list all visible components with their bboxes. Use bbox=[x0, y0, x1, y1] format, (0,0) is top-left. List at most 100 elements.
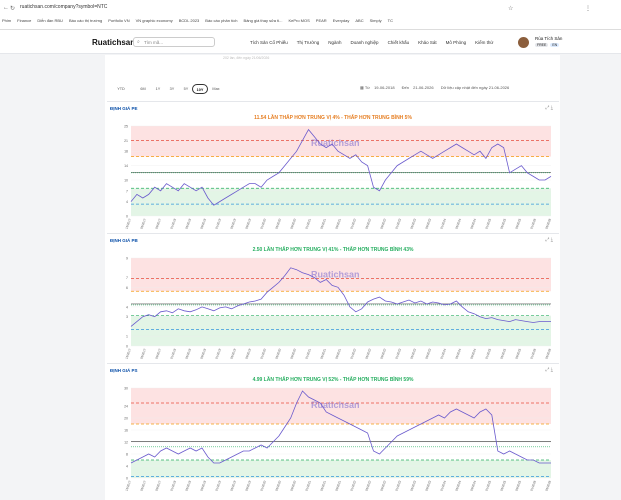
x-tick-label: 09/2022 bbox=[379, 480, 387, 492]
period-button[interactable]: 6M bbox=[136, 84, 150, 94]
bookmark-item[interactable]: Diễn đàn RBU bbox=[37, 18, 63, 23]
bookmark-item[interactable]: Everyday bbox=[333, 18, 350, 23]
y-tick-label: 1 bbox=[126, 335, 128, 339]
y-tick-label: 4 bbox=[126, 200, 128, 204]
x-tick-label: 01/2024 bbox=[439, 218, 447, 230]
period-button[interactable]: 5Y bbox=[179, 84, 193, 94]
search-input[interactable]: ⌕ Tìm mã... bbox=[133, 37, 215, 47]
watermark: Ruatichsan bbox=[311, 269, 360, 279]
x-tick-label: 05/2026 bbox=[544, 218, 552, 230]
x-tick-label: 05/2023 bbox=[409, 480, 417, 492]
x-tick-label: 09/2019 bbox=[244, 480, 252, 492]
menu-item[interactable]: Doanh nghiệp bbox=[351, 40, 379, 45]
x-tick-label: 05/2020 bbox=[274, 218, 282, 230]
menu-item[interactable]: Kiểm thử bbox=[475, 40, 493, 45]
x-tick-label: 09/2024 bbox=[469, 480, 477, 492]
address-bar[interactable]: ruatichsan.com/company?symbol=NTC bbox=[20, 4, 107, 10]
x-tick-label: 15/2017 bbox=[124, 218, 132, 230]
x-tick-label: 05/2019 bbox=[229, 218, 237, 230]
x-tick-label: 01/2022 bbox=[349, 218, 357, 230]
app-header: Ruatichsan ⌕ Tìm mã... Tích Sản Cổ Phiếu T… bbox=[0, 30, 621, 54]
bookmark-item[interactable]: ABC bbox=[355, 18, 363, 23]
x-tick-label: 09/2021 bbox=[334, 218, 342, 230]
y-tick-label: 20 bbox=[124, 417, 128, 421]
bookmark-item[interactable]: PEAR bbox=[316, 18, 327, 23]
date-to-input[interactable]: 21-06-2026 bbox=[413, 85, 433, 90]
x-tick-label: 05/2026 bbox=[544, 348, 552, 360]
menu-item[interactable]: Mô Phỏng bbox=[446, 40, 467, 45]
bookmark-item[interactable]: Phim bbox=[2, 18, 11, 23]
x-tick-label: 15/2017 bbox=[124, 348, 132, 360]
period-button[interactable]: YTD bbox=[114, 84, 128, 94]
bookmark-item[interactable]: Finance bbox=[17, 18, 31, 23]
x-tick-label: 01/2025 bbox=[484, 218, 492, 230]
back-icon[interactable]: ← bbox=[3, 5, 9, 11]
x-tick-label: 09/2024 bbox=[469, 218, 477, 230]
x-tick-label: 05/2025 bbox=[499, 348, 507, 360]
main-menu: Tích Sản Cổ Phiếu Thị Trường Ngành Doanh ng… bbox=[250, 40, 502, 45]
period-button[interactable]: 3Y bbox=[165, 84, 179, 94]
x-tick-label: 05/2025 bbox=[499, 218, 507, 230]
period-button[interactable]: 10Y bbox=[192, 84, 208, 94]
x-tick-label: 09/2020 bbox=[289, 348, 297, 360]
x-tick-label: 09/2018 bbox=[199, 348, 207, 360]
x-tick-label: 05/2022 bbox=[364, 218, 372, 230]
watermark: Ruatichsan bbox=[311, 138, 360, 148]
menu-item[interactable]: Ngành bbox=[328, 40, 341, 45]
site-logo[interactable]: Ruatichsan bbox=[92, 38, 135, 47]
x-tick-label: 01/2019 bbox=[214, 218, 222, 230]
x-tick-label: 09/2020 bbox=[289, 480, 297, 492]
x-tick-label: 01/2022 bbox=[349, 348, 357, 360]
x-tick-label: 01/2023 bbox=[394, 348, 402, 360]
star-icon[interactable]: ☆ bbox=[508, 5, 513, 12]
x-tick-label: 09/2017 bbox=[154, 480, 162, 492]
bookmark-item[interactable]: Portfolio VN bbox=[108, 18, 129, 23]
date-to-label: Đến bbox=[401, 85, 410, 90]
menu-item[interactable]: Khảo Sát bbox=[418, 40, 437, 45]
bookmark-item[interactable]: Simply bbox=[370, 18, 382, 23]
avatar[interactable] bbox=[518, 37, 529, 48]
x-tick-label: 05/2018 bbox=[184, 218, 192, 230]
y-tick-label: 21 bbox=[124, 139, 128, 143]
x-tick-label: 01/2024 bbox=[439, 348, 447, 360]
menu-item[interactable]: Chiết khấu bbox=[388, 40, 410, 45]
x-tick-label: 09/2018 bbox=[199, 218, 207, 230]
bookmark-item[interactable]: VN graphic economy bbox=[136, 18, 173, 23]
user-name[interactable]: Rùa Tích Sản bbox=[535, 36, 562, 41]
bookmark-item[interactable]: Báo cáo thị trường bbox=[69, 18, 102, 23]
x-tick-label: 01/2021 bbox=[304, 348, 312, 360]
bookmark-item[interactable]: TC bbox=[388, 18, 393, 23]
x-tick-label: 09/2022 bbox=[379, 348, 387, 360]
x-tick-label: 01/2020 bbox=[259, 480, 267, 492]
x-tick-label: 09/2019 bbox=[244, 218, 252, 230]
x-tick-label: 01/2023 bbox=[394, 480, 402, 492]
bookmark-item[interactable]: Báo cáo phân tích bbox=[205, 18, 237, 23]
x-tick-label: 01/2019 bbox=[214, 348, 222, 360]
chart-svg: 2521181410740Ruatichsan15/2017 05/2017 09/… bbox=[124, 125, 552, 230]
x-tick-label: 05/2017 bbox=[139, 480, 147, 492]
y-tick-label: 16 bbox=[124, 429, 128, 433]
y-tick-label: 12 bbox=[124, 441, 128, 445]
period-button[interactable]: 1Y bbox=[151, 84, 165, 94]
chart-svg: 3024201612840Ruatichsan15/2017 05/2017 09/… bbox=[124, 387, 552, 492]
x-tick-label: 09/2017 bbox=[154, 218, 162, 230]
y-tick-label: 30 bbox=[124, 387, 128, 391]
period-button[interactable]: Max bbox=[209, 84, 223, 94]
y-tick-label: 18 bbox=[124, 150, 128, 154]
bookmark-item[interactable]: Bảng giá thay sửa ti... bbox=[244, 18, 283, 23]
x-tick-label: 09/2023 bbox=[424, 348, 432, 360]
x-tick-label: 01/2022 bbox=[349, 480, 357, 492]
x-tick-label: 09/2023 bbox=[424, 480, 432, 492]
lang-badge[interactable]: EN bbox=[550, 43, 560, 47]
x-tick-label: 09/2018 bbox=[199, 480, 207, 492]
chart-svg: 9764310Ruatichsan15/2017 05/2017 09/2017 01… bbox=[124, 257, 552, 360]
x-tick-label: 01/2019 bbox=[214, 480, 222, 492]
date-from-input[interactable]: 19-06-2018 bbox=[374, 85, 394, 90]
pb-card: ĐỊNH GIÁ PB 2.50 LẦN THẤP HƠN TRUNG VỊ 41… bbox=[107, 233, 559, 363]
bookmark-item[interactable]: BCDL 2023 bbox=[179, 18, 200, 23]
reload-icon[interactable]: ↻ bbox=[10, 5, 15, 12]
menu-item[interactable]: Thị Trường bbox=[297, 40, 319, 45]
menu-icon[interactable]: ⋮ bbox=[585, 5, 591, 12]
menu-item[interactable]: Tích Sản Cổ Phiếu bbox=[250, 40, 288, 45]
bookmark-item[interactable]: KePro MOS bbox=[288, 18, 309, 23]
